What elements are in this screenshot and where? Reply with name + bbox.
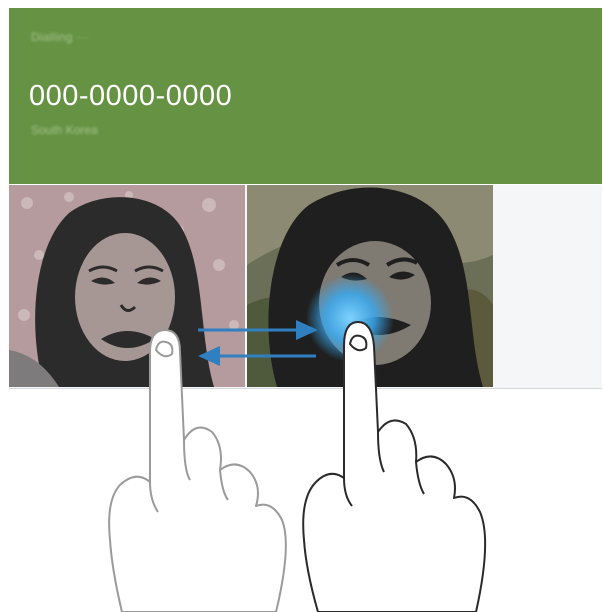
caller-video-image	[247, 185, 493, 387]
caller-location: South Korea	[31, 123, 98, 137]
video-call-screen: Dialling ··· 000-0000-0000 South Korea	[9, 8, 602, 389]
phone-number: 000-0000-0000	[29, 80, 233, 112]
call-header: Dialling ··· 000-0000-0000 South Korea	[9, 8, 602, 184]
own-camera-feed[interactable]	[9, 185, 245, 387]
caller-video-feed[interactable]	[247, 185, 493, 387]
video-feeds	[9, 185, 602, 389]
own-camera-image	[9, 185, 245, 387]
call-status-label: Dialling ···	[31, 30, 90, 44]
